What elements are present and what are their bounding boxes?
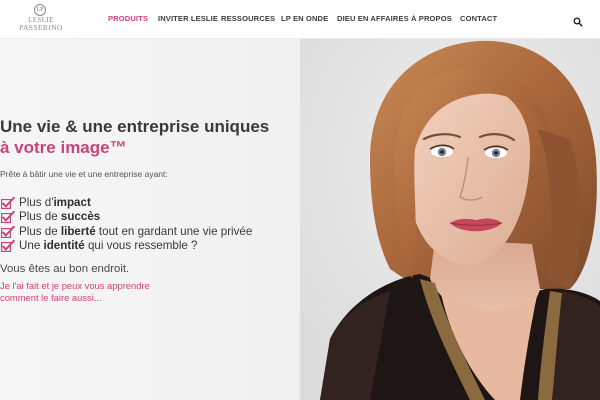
search-icon[interactable] bbox=[573, 14, 583, 27]
checklist-item-keyword: identité bbox=[43, 238, 85, 252]
nav-item-ressources[interactable]: RESSOURCES bbox=[221, 14, 275, 24]
hero-headline: Une vie & une entreprise uniques bbox=[0, 117, 270, 136]
nav-item-a-propos[interactable]: À PROPOS bbox=[411, 14, 452, 24]
hero-intro-text: Prête à bâtir une vie et une entreprise … bbox=[0, 169, 168, 179]
checklist-item-prefix: Plus de bbox=[19, 210, 61, 224]
hero-section: Une vie & une entreprise uniques à votre… bbox=[0, 39, 600, 400]
nav-item-dieu-en-affaires[interactable]: DIEU EN AFFAIRES bbox=[337, 14, 409, 24]
site-header: LP LESLIE PASSERINO PRODUITS INVITER LES… bbox=[0, 0, 600, 39]
nav-item-inviter-leslie[interactable]: INVITER LESLIE bbox=[158, 14, 218, 24]
nav-item-contact[interactable]: CONTACT bbox=[460, 14, 497, 24]
main-navigation: PRODUITS INVITER LESLIE RESSOURCES LP EN… bbox=[0, 0, 600, 39]
checkbox-check-icon bbox=[1, 196, 15, 210]
hero-closing-text: Vous êtes au bon endroit. bbox=[0, 263, 130, 275]
checklist-item-keyword: impact bbox=[53, 196, 91, 209]
hero-subhead: à votre image™ bbox=[0, 138, 127, 157]
checklist-item-keyword: succès bbox=[60, 210, 101, 224]
hero-promise-link: Je l'ai fait et je peux vous apprendre c… bbox=[0, 280, 150, 305]
nav-item-produits[interactable]: PRODUITS bbox=[108, 14, 148, 24]
checklist-item-prefix: Plus d' bbox=[19, 196, 54, 209]
portrait-photo bbox=[300, 39, 600, 400]
checkbox-check-icon bbox=[1, 225, 15, 238]
checklist-item-liberte: Plus de liberté tout en gardant une vie … bbox=[0, 225, 252, 239]
benefits-checklist: Plus d'impact Plus de succès Plus de lib… bbox=[0, 196, 252, 253]
checklist-item-succes: Plus de succès bbox=[0, 210, 252, 224]
checklist-item-prefix: Une bbox=[19, 238, 44, 252]
promise-link-line-1[interactable]: Je l'ai fait et je peux vous apprendre bbox=[0, 280, 150, 292]
checklist-item-impact: Plus d'impact bbox=[0, 196, 252, 210]
checkbox-check-icon bbox=[1, 239, 15, 252]
checklist-item-identite: Une identité qui vous ressemble ? bbox=[0, 239, 252, 253]
checklist-item-suffix: tout en gardant une vie privée bbox=[95, 224, 253, 238]
promise-link-line-2[interactable]: comment le faire aussi... bbox=[0, 292, 150, 304]
checklist-item-suffix: qui vous ressemble ? bbox=[84, 238, 198, 252]
checkbox-check-icon bbox=[1, 211, 15, 224]
nav-item-lp-en-onde[interactable]: LP EN ONDE bbox=[281, 14, 328, 24]
checklist-item-keyword: liberté bbox=[60, 224, 96, 238]
checklist-item-prefix: Plus de bbox=[19, 224, 61, 238]
